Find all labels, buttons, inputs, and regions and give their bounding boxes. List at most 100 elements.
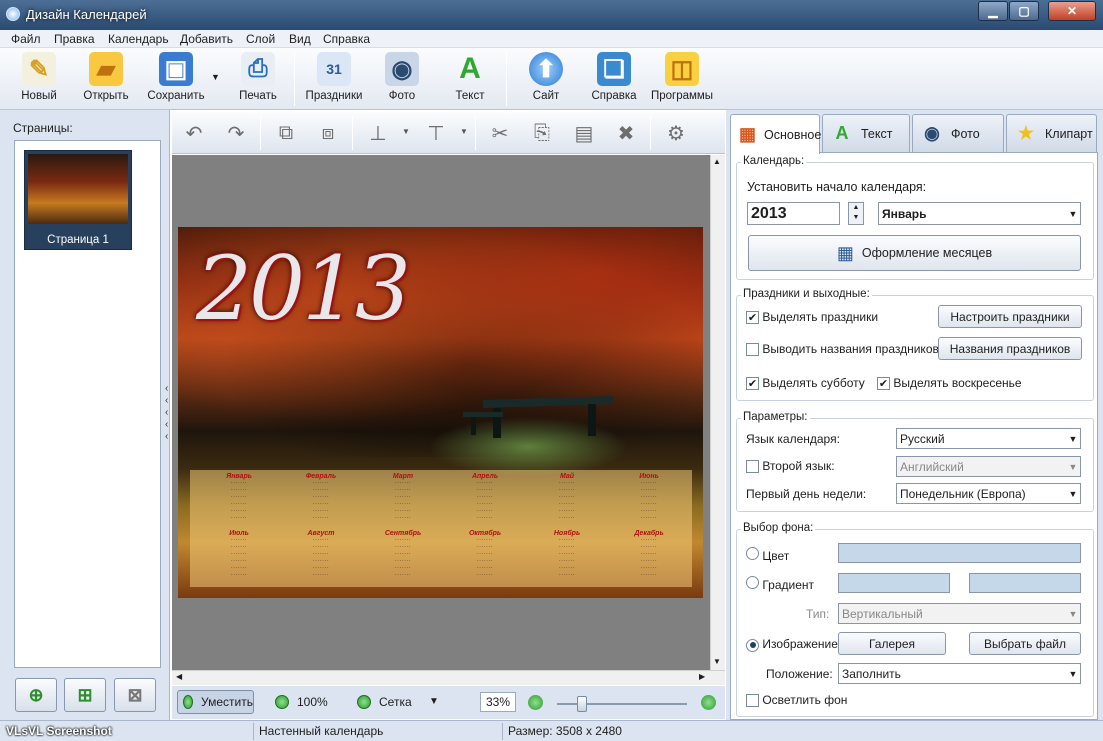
- month-block: Декабрь ······· ······· ······· ······· ·····…: [608, 530, 690, 586]
- site-button[interactable]: ⬆ Сайт: [516, 52, 576, 102]
- delete-page-button[interactable]: ⊠: [114, 678, 156, 712]
- gradient-color-1[interactable]: [838, 573, 950, 593]
- highlight-sunday-checkbox[interactable]: ✔ Выделять воскресенье: [877, 376, 1022, 391]
- image-radio[interactable]: Изображение: [746, 637, 838, 652]
- second-language-select[interactable]: Английский ▼: [896, 456, 1081, 477]
- menu-help[interactable]: Справка: [323, 32, 370, 46]
- vertical-scrollbar[interactable]: ▲ ▼: [710, 155, 725, 670]
- align-icon: ⊥: [369, 122, 387, 145]
- menu-calendar[interactable]: Календарь: [108, 32, 169, 46]
- panel-collapse-handle[interactable]: ‹ ‹ ‹ ‹ ‹: [165, 383, 173, 443]
- photo-button[interactable]: ◉ Фото: [372, 52, 432, 102]
- maximize-button[interactable]: ▢: [1009, 1, 1039, 21]
- tab-clipart[interactable]: ★ Клипарт: [1006, 114, 1097, 152]
- bring-forward-button[interactable]: ⧉: [272, 119, 300, 147]
- holidays-group: Праздники и выходные: ✔ Выделять праздни…: [736, 288, 1094, 401]
- zoom-100-icon: [275, 695, 289, 709]
- align-bottom-button[interactable]: ⊤: [422, 119, 450, 147]
- fit-button[interactable]: Уместить: [177, 690, 254, 714]
- tab-text[interactable]: A Текст: [822, 114, 910, 152]
- holidays-button[interactable]: 31 Праздники: [304, 52, 364, 102]
- menu-edit[interactable]: Правка: [54, 32, 95, 46]
- close-button[interactable]: ✕: [1048, 1, 1096, 21]
- open-button[interactable]: ▰ Открыть: [76, 52, 136, 102]
- settings-button[interactable]: ⚙: [662, 119, 690, 147]
- year-input[interactable]: 2013: [747, 202, 840, 225]
- basic-tab-icon: ▦: [739, 124, 757, 144]
- months-grid[interactable]: Январь ······· ······· ······· ······· ······…: [190, 470, 692, 587]
- year-spinner[interactable]: ▲ ▼: [848, 202, 864, 225]
- menu-file[interactable]: Файл: [11, 32, 41, 46]
- save-dropdown-icon[interactable]: ▼: [211, 72, 220, 82]
- copy-button[interactable]: ⎘: [528, 119, 556, 147]
- color-swatch[interactable]: [838, 543, 1081, 563]
- add-page-button[interactable]: ⊕: [15, 678, 57, 712]
- grid-dropdown-icon[interactable]: ▼: [429, 696, 439, 707]
- duplicate-page-button[interactable]: ⊞: [64, 678, 106, 712]
- scroll-down-icon[interactable]: ▼: [713, 657, 721, 666]
- calendar-year-title[interactable]: 2013: [196, 237, 411, 340]
- zoom-in-icon[interactable]: [528, 695, 543, 710]
- gradient-color-2[interactable]: [969, 573, 1081, 593]
- choose-file-button[interactable]: Выбрать файл: [969, 632, 1081, 655]
- align-bottom-icon: ⊤: [427, 122, 445, 145]
- highlight-saturday-checkbox[interactable]: ✔ Выделять субботу: [746, 376, 865, 391]
- paste-button[interactable]: ▤: [570, 119, 598, 147]
- gallery-button[interactable]: Галерея: [838, 632, 946, 655]
- paste-icon: ▤: [574, 122, 594, 145]
- undo-button[interactable]: ↶: [180, 119, 208, 147]
- zoom-slider-thumb[interactable]: [577, 696, 587, 712]
- help-button[interactable]: ❏ Справка: [584, 52, 644, 102]
- month-select[interactable]: Январь ▼: [878, 202, 1081, 225]
- chevron-down-icon: ▼: [1068, 461, 1078, 472]
- setup-holidays-button[interactable]: Настроить праздники: [938, 305, 1082, 328]
- zoom-100-button[interactable]: 100%: [275, 690, 328, 714]
- language-select[interactable]: Русский ▼: [896, 428, 1081, 449]
- month-days-grid: ······· ······· ······· ······· ······· ·····…: [312, 537, 330, 578]
- show-holiday-names-checkbox[interactable]: Выводить названия праздников: [746, 342, 939, 357]
- scroll-up-icon[interactable]: ▲: [713, 157, 721, 166]
- color-radio[interactable]: Цвет: [746, 547, 789, 563]
- cut-button[interactable]: ✂: [486, 119, 514, 147]
- menu-view[interactable]: Вид: [289, 32, 311, 46]
- scroll-right-icon[interactable]: ▶: [699, 672, 705, 681]
- grid-button[interactable]: Сетка: [357, 690, 412, 714]
- save-button[interactable]: ▣ Сохранить: [146, 52, 206, 102]
- align-bottom-dropdown-icon[interactable]: ▼: [460, 127, 468, 136]
- gradient-type-select[interactable]: Вертикальный ▼: [838, 603, 1081, 624]
- scroll-left-icon[interactable]: ◀: [176, 672, 182, 681]
- menu-layer[interactable]: Слой: [246, 32, 275, 46]
- new-button[interactable]: ✎ Новый: [9, 52, 69, 102]
- send-backward-button[interactable]: ⧈: [314, 119, 342, 147]
- text-button[interactable]: A Текст: [440, 52, 500, 102]
- page-thumbnail-1[interactable]: Страница 1: [24, 150, 132, 250]
- zoom-value-field[interactable]: 33%: [480, 692, 516, 712]
- minimize-button[interactable]: ▁: [978, 1, 1008, 21]
- first-day-select[interactable]: Понедельник (Европа) ▼: [896, 483, 1081, 504]
- tab-basic[interactable]: ▦ Основное: [730, 114, 821, 154]
- month-days-grid: ······· ······· ······· ······· ······· ·····…: [476, 480, 494, 521]
- month-name: Январь: [226, 473, 252, 480]
- tab-photo[interactable]: ◉ Фото: [912, 114, 1004, 152]
- highlight-holidays-checkbox[interactable]: ✔ Выделять праздники: [746, 310, 878, 325]
- month-days-grid: ······· ······· ······· ······· ······· ·····…: [312, 480, 330, 521]
- position-select[interactable]: Заполнить ▼: [838, 663, 1081, 684]
- calendar-page[interactable]: 2013 Январь ······· ······· ······· ······· ·…: [178, 227, 703, 598]
- lighten-background-checkbox[interactable]: Осветлить фон: [746, 693, 847, 708]
- month-days-grid: ······· ······· ······· ······· ······· ·····…: [558, 480, 576, 521]
- print-button[interactable]: ⎙ Печать: [228, 52, 288, 102]
- gradient-radio[interactable]: Градиент: [746, 576, 814, 592]
- redo-button[interactable]: ↷: [222, 119, 250, 147]
- second-language-checkbox[interactable]: Второй язык:: [746, 459, 835, 474]
- horizontal-scrollbar[interactable]: ◀ ▶: [172, 670, 725, 685]
- align-dropdown-icon[interactable]: ▼: [402, 127, 410, 136]
- align-top-button[interactable]: ⊥: [364, 119, 392, 147]
- months-design-button[interactable]: ▦ Оформление месяцев: [748, 235, 1081, 271]
- programs-button[interactable]: ◫ Программы: [651, 52, 713, 102]
- menu-add[interactable]: Добавить: [180, 32, 233, 46]
- bring-forward-icon: ⧉: [278, 121, 294, 144]
- holiday-names-button[interactable]: Названия праздников: [938, 337, 1082, 360]
- zoom-out-icon[interactable]: [701, 695, 716, 710]
- delete-button[interactable]: ✖: [612, 119, 640, 147]
- month-days-grid: ······· ······· ······· ······· ······· ·····…: [230, 480, 248, 521]
